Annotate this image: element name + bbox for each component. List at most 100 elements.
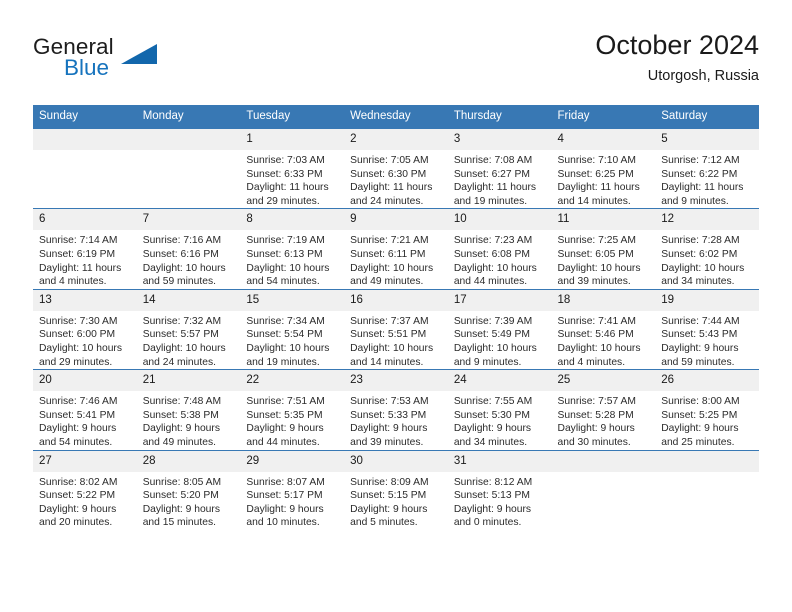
weekday-header-sunday: Sunday (33, 105, 137, 129)
calendar-day-cell[interactable]: 20 Sunrise: 7:46 AM Sunset: 5:41 PM Dayligh… (33, 369, 137, 450)
day-number: 30 (344, 450, 448, 472)
day-sun-info-line: Sunrise: 7:05 AM (350, 155, 429, 166)
day-sun-info-line: Sunrise: 7:46 AM (39, 396, 118, 408)
calendar-day-cell[interactable]: 7 Sunrise: 7:16 AM Sunset: 6:16 PM Daylight… (136, 208, 241, 290)
calendar-day-cell[interactable]: 30 Sunrise: 8:09 AM Sunset: 5:15 PM Dayligh… (344, 449, 448, 530)
day-sun-info: Sunrise: 7:23 AM Sunset: 6:08 PM Daylight:… (448, 230, 552, 288)
day-number: 14 (136, 289, 241, 311)
calendar-day-cell[interactable]: 12 Sunrise: 7:28 AM Sunset: 6:02 PM Dayligh… (655, 208, 759, 290)
day-sun-info-line: and 44 minutes. (453, 276, 528, 288)
day-sun-info-line: and 14 minutes. (557, 195, 631, 207)
day-number (551, 450, 656, 472)
day-sun-info-line: Sunset: 5:54 PM (246, 329, 323, 341)
day-sun-info-line: and 24 minutes. (142, 356, 216, 368)
calendar-day-cell[interactable]: 24 Sunrise: 7:55 AM Sunset: 5:30 PM Dayligh… (447, 369, 552, 450)
day-sun-info-line: Daylight: 11 hours (39, 262, 122, 274)
calendar-day-cell[interactable]: 21 Sunrise: 7:48 AM Sunset: 5:38 PM Dayligh… (136, 369, 241, 450)
calendar-day-cell[interactable]: 18 Sunrise: 7:41 AM Sunset: 5:46 PM Dayligh… (551, 288, 656, 370)
calendar-day-cell[interactable]: 14 Sunrise: 7:32 AM Sunset: 5:57 PM Dayligh… (136, 288, 241, 370)
day-sun-info: Sunrise: 7:51 AM Sunset: 5:35 PM Daylight:… (240, 391, 344, 449)
calendar-page: General Blue October 2024 Utorgosh, Russ… (0, 0, 792, 612)
calendar-day-cell[interactable]: 29 Sunrise: 8:07 AM Sunset: 5:17 PM Dayligh… (240, 449, 345, 530)
day-sun-info (655, 472, 759, 476)
calendar-day-cell[interactable]: 31 Sunrise: 8:12 AM Sunset: 5:13 PM Dayligh… (447, 449, 552, 530)
day-sun-info-line: and 4 minutes. (39, 276, 107, 288)
calendar-day-cell[interactable]: 27 Sunrise: 8:02 AM Sunset: 5:22 PM Dayligh… (33, 449, 137, 530)
calendar-day-cell[interactable]: 5 Sunrise: 7:12 AM Sunset: 6:22 PM Daylight… (655, 127, 759, 209)
day-sun-info-line: Sunrise: 7:41 AM (557, 315, 636, 327)
day-sun-info-line: Sunrise: 7:16 AM (142, 235, 222, 247)
day-sun-info-line: Daylight: 9 hours (453, 423, 532, 435)
calendar-day-cell[interactable]: 19 Sunrise: 7:44 AM Sunset: 5:43 PM Dayligh… (655, 288, 759, 370)
weekday-header-wednesday: Wednesday (344, 105, 448, 129)
weekday-header-monday: Monday (136, 105, 241, 129)
calendar-day-cell[interactable]: 11 Sunrise: 7:25 AM Sunset: 6:05 PM Dayligh… (551, 208, 656, 290)
day-sun-info: Sunrise: 7:08 AM Sunset: 6:27 PM Daylight:… (448, 150, 552, 208)
calendar-day-cell[interactable]: 9 Sunrise: 7:21 AM Sunset: 6:11 PM Daylight… (344, 208, 448, 290)
day-sun-info-line: and 29 minutes. (246, 195, 320, 207)
day-number (655, 450, 759, 472)
day-sun-info-line: and 49 minutes. (350, 276, 424, 288)
day-number: 4 (551, 129, 656, 150)
title-block: October 2024 Utorgosh, Russia (595, 28, 759, 87)
weekday-header-saturday: Saturday (655, 105, 759, 129)
day-sun-info-line: Daylight: 10 hours (246, 342, 330, 354)
calendar-day-cell[interactable]: 3 Sunrise: 7:08 AM Sunset: 6:27 PM Daylight… (447, 127, 552, 209)
day-number: 3 (447, 129, 552, 150)
day-sun-info: Sunrise: 7:25 AM Sunset: 6:05 PM Daylight:… (552, 230, 656, 288)
day-sun-info-line: and 4 minutes. (557, 356, 626, 368)
day-sun-info-line: Sunrise: 7:08 AM (453, 155, 533, 166)
day-sun-info-line: and 19 minutes. (246, 356, 320, 368)
day-number: 18 (551, 289, 656, 311)
calendar-day-cell[interactable]: 2 Sunrise: 7:05 AM Sunset: 6:30 PM Daylight… (344, 127, 448, 209)
calendar-day-cell[interactable]: 15 Sunrise: 7:34 AM Sunset: 5:54 PM Dayligh… (240, 288, 345, 370)
day-sun-info-line: and 39 minutes. (350, 436, 424, 448)
calendar-day-cell[interactable]: 28 Sunrise: 8:05 AM Sunset: 5:20 PM Dayligh… (136, 449, 241, 530)
calendar-day-cell[interactable]: 17 Sunrise: 7:39 AM Sunset: 5:49 PM Dayligh… (447, 288, 552, 370)
sunrise-sunset-calendar-table: Sunday Monday Tuesday Wednesday Thursday Frid… (33, 105, 759, 530)
day-sun-info-line: Daylight: 9 hours (661, 342, 739, 354)
calendar-day-cell[interactable]: 22 Sunrise: 7:51 AM Sunset: 5:35 PM Dayligh… (240, 369, 345, 450)
day-sun-info-line: Sunset: 6:25 PM (557, 168, 634, 180)
day-sun-info-line: Daylight: 10 hours (246, 262, 330, 274)
day-sun-info-line: Daylight: 9 hours (142, 503, 220, 515)
calendar-day-cell[interactable]: 23 Sunrise: 7:53 AM Sunset: 5:33 PM Dayligh… (344, 369, 448, 450)
logo-text-blue: Blue (64, 55, 110, 80)
day-sun-info-line: Daylight: 9 hours (142, 423, 220, 435)
day-number (33, 129, 137, 150)
day-sun-info-line: Sunset: 6:33 PM (246, 168, 323, 180)
day-sun-info: Sunrise: 7:55 AM Sunset: 5:30 PM Daylight:… (448, 391, 552, 449)
day-sun-info-line: Daylight: 10 hours (142, 342, 226, 354)
day-sun-info-line: and 10 minutes. (246, 517, 320, 529)
calendar-day-cell[interactable]: 25 Sunrise: 7:57 AM Sunset: 5:28 PM Dayligh… (551, 369, 656, 450)
day-sun-info-line: and 44 minutes. (246, 436, 320, 448)
day-sun-info-line: Sunrise: 7:55 AM (453, 396, 533, 408)
calendar-week-row: 20 Sunrise: 7:46 AM Sunset: 5:41 PM Dayligh… (33, 369, 759, 450)
day-sun-info-line: Sunset: 5:30 PM (453, 409, 530, 421)
day-sun-info-line: Daylight: 9 hours (39, 423, 117, 435)
calendar-day-cell[interactable]: 16 Sunrise: 7:37 AM Sunset: 5:51 PM Dayligh… (344, 288, 448, 370)
calendar-day-cell[interactable]: 4 Sunrise: 7:10 AM Sunset: 6:25 PM Daylight… (551, 127, 656, 209)
day-number: 13 (33, 289, 137, 311)
day-sun-info-line: Sunrise: 7:14 AM (39, 235, 118, 247)
day-sun-info: Sunrise: 7:19 AM Sunset: 6:13 PM Daylight:… (240, 230, 344, 288)
blue-triangle-logo-icon (121, 44, 157, 64)
calendar-day-cell[interactable]: 10 Sunrise: 7:23 AM Sunset: 6:08 PM Dayligh… (447, 208, 552, 290)
day-sun-info-line: Sunrise: 7:32 AM (142, 315, 222, 327)
day-sun-info-line: Sunset: 5:20 PM (142, 490, 219, 502)
day-number: 27 (33, 450, 137, 472)
calendar-day-cell[interactable]: 8 Sunrise: 7:19 AM Sunset: 6:13 PM Daylight… (240, 208, 345, 290)
calendar-day-cell[interactable]: 13 Sunrise: 7:30 AM Sunset: 6:00 PM Dayligh… (33, 288, 137, 370)
day-sun-info: Sunrise: 7:39 AM Sunset: 5:49 PM Daylight:… (448, 311, 552, 369)
day-sun-info-line: Sunset: 5:33 PM (350, 409, 427, 421)
calendar-week-row: 6 Sunrise: 7:14 AM Sunset: 6:19 PM Daylight… (33, 208, 759, 290)
day-sun-info-line: and 20 minutes. (39, 517, 113, 529)
day-sun-info-line: and 30 minutes. (557, 436, 631, 448)
calendar-day-cell[interactable]: 26 Sunrise: 8:00 AM Sunset: 5:25 PM Dayligh… (655, 369, 759, 450)
calendar-day-cell[interactable]: 6 Sunrise: 7:14 AM Sunset: 6:19 PM Daylight… (33, 208, 137, 290)
calendar-day-cell[interactable]: 1 Sunrise: 7:03 AM Sunset: 6:33 PM Daylight… (240, 127, 345, 209)
day-sun-info-line: Sunset: 5:49 PM (453, 329, 530, 341)
day-sun-info: Sunrise: 8:02 AM Sunset: 5:22 PM Daylight:… (33, 472, 137, 530)
general-blue-logo[interactable]: General Blue (33, 34, 173, 88)
day-sun-info-line: Sunset: 6:00 PM (39, 329, 116, 341)
